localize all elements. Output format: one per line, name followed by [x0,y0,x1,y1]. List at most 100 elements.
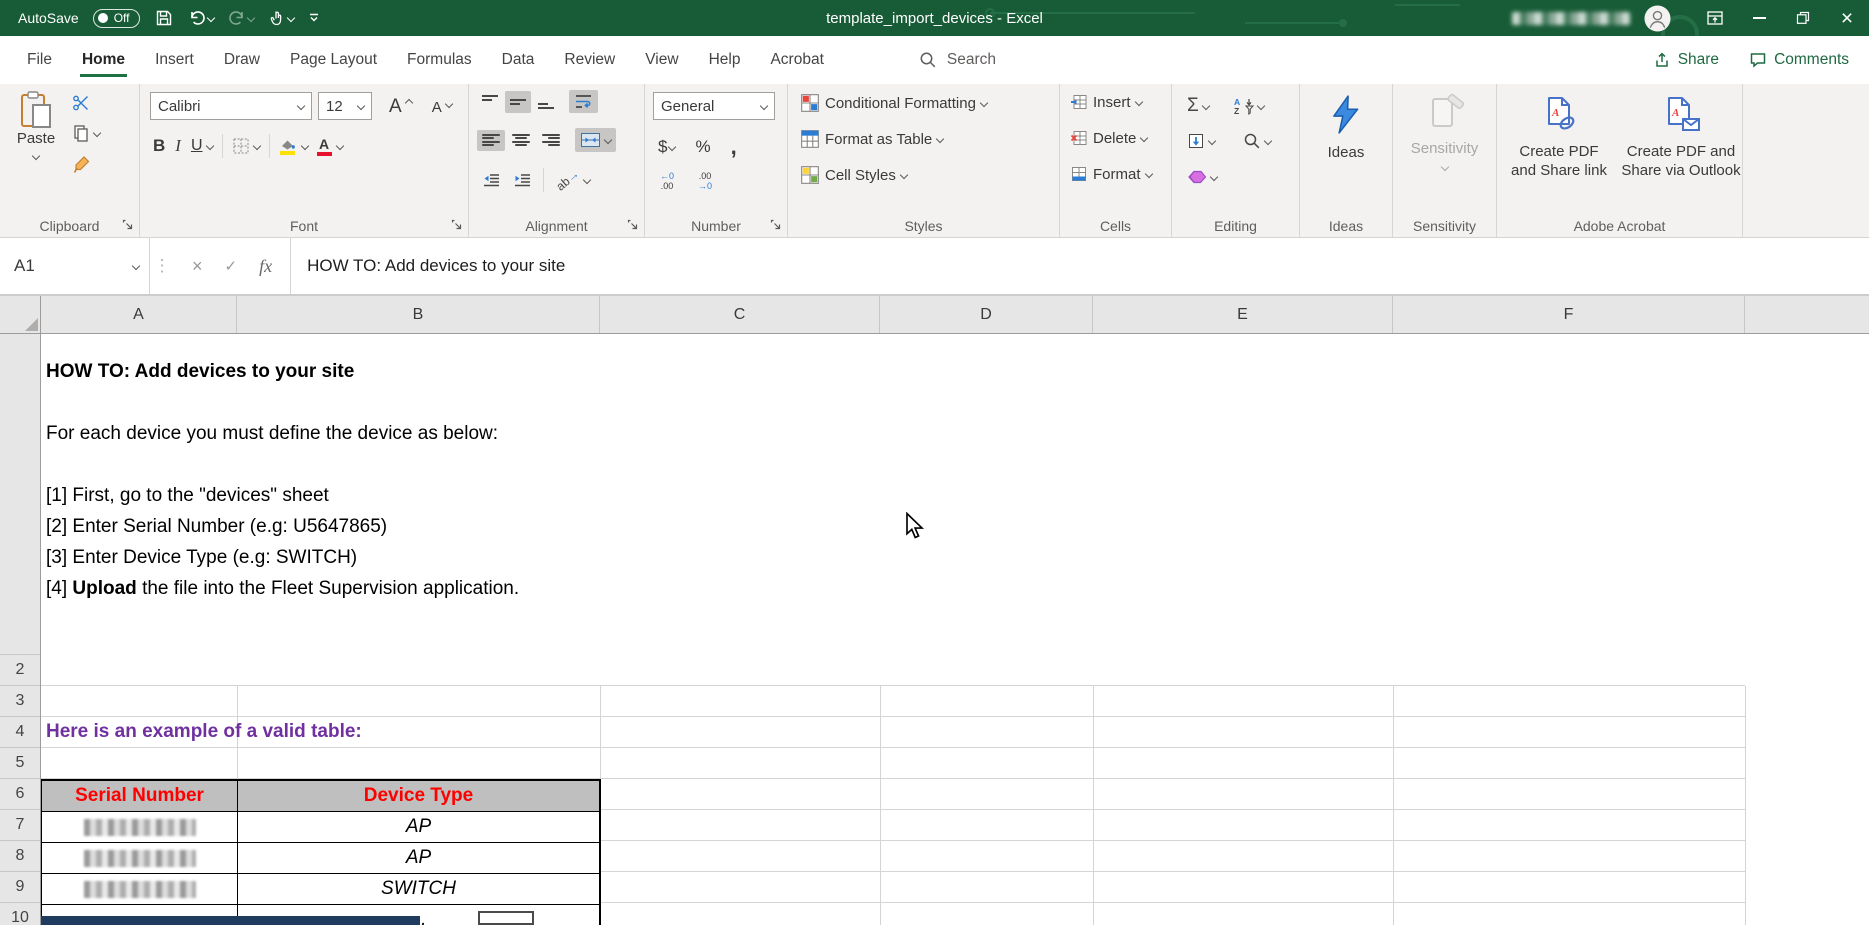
tab-draw[interactable]: Draw [209,36,275,84]
sensitivity-button[interactable]: Sensitivity [1397,92,1493,170]
autosave-toggle[interactable]: Off [93,9,140,28]
touch-mouse-mode-button[interactable] [268,9,294,27]
alignment-dialog-launcher[interactable] [627,219,640,232]
row-header-5[interactable]: 5 [0,748,40,779]
ideas-button[interactable]: Ideas [1306,94,1386,163]
column-header-e[interactable]: E [1093,296,1393,333]
sort-filter-button[interactable]: AZ [1228,93,1269,119]
fill-color-button[interactable] [274,134,302,159]
orientation-button[interactable]: ab→ [550,169,595,191]
create-pdf-share-outlook-button[interactable]: A Create PDF andShare via Outlook [1621,94,1741,181]
number-dialog-launcher[interactable] [770,219,783,232]
clipboard-dialog-launcher[interactable] [122,219,135,232]
decrease-indent-button[interactable] [477,169,506,191]
minimize-button[interactable] [1737,0,1781,36]
row-header-2[interactable]: 2 [0,655,40,686]
font-name-select[interactable]: Calibri [150,92,312,120]
table-cell-type-row2[interactable]: AP [238,843,599,874]
row-header-4[interactable]: 4 [0,717,40,748]
insert-cells-button[interactable]: Insert [1070,93,1142,111]
tab-home[interactable]: Home [67,36,140,84]
formula-bar-resize-handle[interactable]: ⋮ [150,238,174,294]
share-button[interactable]: Share [1653,51,1719,69]
table-cell-serial-row1[interactable] [42,812,238,843]
cell-step-1[interactable]: [1] First, go to the "devices" sheet [46,485,329,507]
tab-file[interactable]: File [12,36,67,84]
cell-styles-button[interactable]: Cell Styles [800,165,907,185]
format-painter-button[interactable] [72,154,92,174]
table-header-device-type[interactable]: Device Type [238,781,599,812]
tab-data[interactable]: Data [487,36,550,84]
find-select-button[interactable] [1238,128,1276,154]
row-header-7[interactable]: 7 [0,810,40,841]
create-pdf-share-link-button[interactable]: A Create PDFand Share link [1500,94,1618,181]
row-header-9[interactable]: 9 [0,872,40,903]
cell-step-4[interactable]: [4] Upload the file into the Fleet Super… [46,578,519,600]
fill-button[interactable] [1182,128,1220,154]
select-all-button[interactable] [0,296,41,333]
align-right-button[interactable] [537,130,565,151]
copy-button[interactable] [72,124,100,142]
table-cell-type-row1[interactable]: AP [238,812,599,843]
align-left-button[interactable] [477,130,505,151]
tab-review[interactable]: Review [549,36,630,84]
row-header-3[interactable]: 3 [0,686,40,717]
underline-button[interactable]: U [186,133,218,159]
cell-intro-line[interactable]: For each device you must define the devi… [46,423,498,445]
format-as-table-button[interactable]: Format as Table [800,129,943,149]
column-header-a[interactable]: A [41,296,237,333]
align-top-button[interactable] [477,91,503,113]
column-header-f[interactable]: F [1393,296,1745,333]
increase-indent-button[interactable] [508,169,537,191]
cell-howto-title[interactable]: HOW TO: Add devices to your site [46,361,354,383]
row-header-8[interactable]: 8 [0,841,40,872]
accounting-format-button[interactable]: $ [653,133,680,161]
decrease-decimal-button[interactable]: .00 →0 [693,168,717,196]
redo-button[interactable] [228,9,254,27]
row-header-6[interactable]: 6 [0,779,40,810]
enter-entry-button[interactable]: ✓ [225,257,238,275]
number-format-select[interactable]: General [653,92,775,120]
restore-button[interactable] [1781,0,1825,36]
table-cell-type-row3[interactable]: SWITCH [238,874,599,905]
borders-dropdown-icon[interactable] [252,142,260,150]
user-avatar[interactable] [1644,5,1671,32]
decrease-font-size-button[interactable]: A [427,95,457,120]
redo-dropdown-icon[interactable] [246,14,254,22]
tab-acrobat[interactable]: Acrobat [755,36,838,84]
save-button[interactable] [154,8,174,28]
column-header-g[interactable] [1745,296,1869,333]
formula-bar-input[interactable]: HOW TO: Add devices to your site [291,238,1869,294]
undo-dropdown-icon[interactable] [206,14,214,22]
copy-dropdown-icon[interactable] [93,129,101,137]
align-center-button[interactable] [507,130,535,151]
paste-button[interactable]: Paste [8,90,64,159]
name-box-dropdown-icon[interactable] [132,262,140,270]
table-header-serial-number[interactable]: Serial Number [42,781,238,812]
paste-dropdown-icon[interactable] [32,152,40,160]
bold-button[interactable]: B [148,132,170,160]
tab-view[interactable]: View [630,36,693,84]
font-dialog-launcher[interactable] [451,219,464,232]
comments-button[interactable]: Comments [1749,51,1849,69]
row-header-1[interactable] [0,334,40,655]
cell-example-note[interactable]: Here is an example of a valid table: [46,721,362,743]
conditional-formatting-button[interactable]: Conditional Formatting [800,93,987,113]
touch-mode-dropdown-icon[interactable] [286,14,294,22]
orientation-dropdown-icon[interactable] [583,176,591,184]
insert-function-button[interactable]: fx [259,256,272,277]
undo-button[interactable] [188,9,214,27]
autosum-button[interactable]: Σ [1182,91,1214,121]
tab-formulas[interactable]: Formulas [392,36,487,84]
cancel-entry-button[interactable]: × [192,256,203,277]
cut-button[interactable] [72,94,90,112]
align-bottom-button[interactable] [533,91,559,113]
percent-style-button[interactable]: % [690,133,715,161]
font-size-select[interactable]: 12 [318,92,372,120]
merge-dropdown-icon[interactable] [604,136,612,144]
format-cells-button[interactable]: Format [1070,165,1152,183]
cell-step-3[interactable]: [3] Enter Device Type (e.g: SWITCH) [46,547,357,569]
search-box[interactable]: Search [919,51,996,69]
merge-center-button[interactable] [575,128,616,152]
tab-insert[interactable]: Insert [140,36,209,84]
